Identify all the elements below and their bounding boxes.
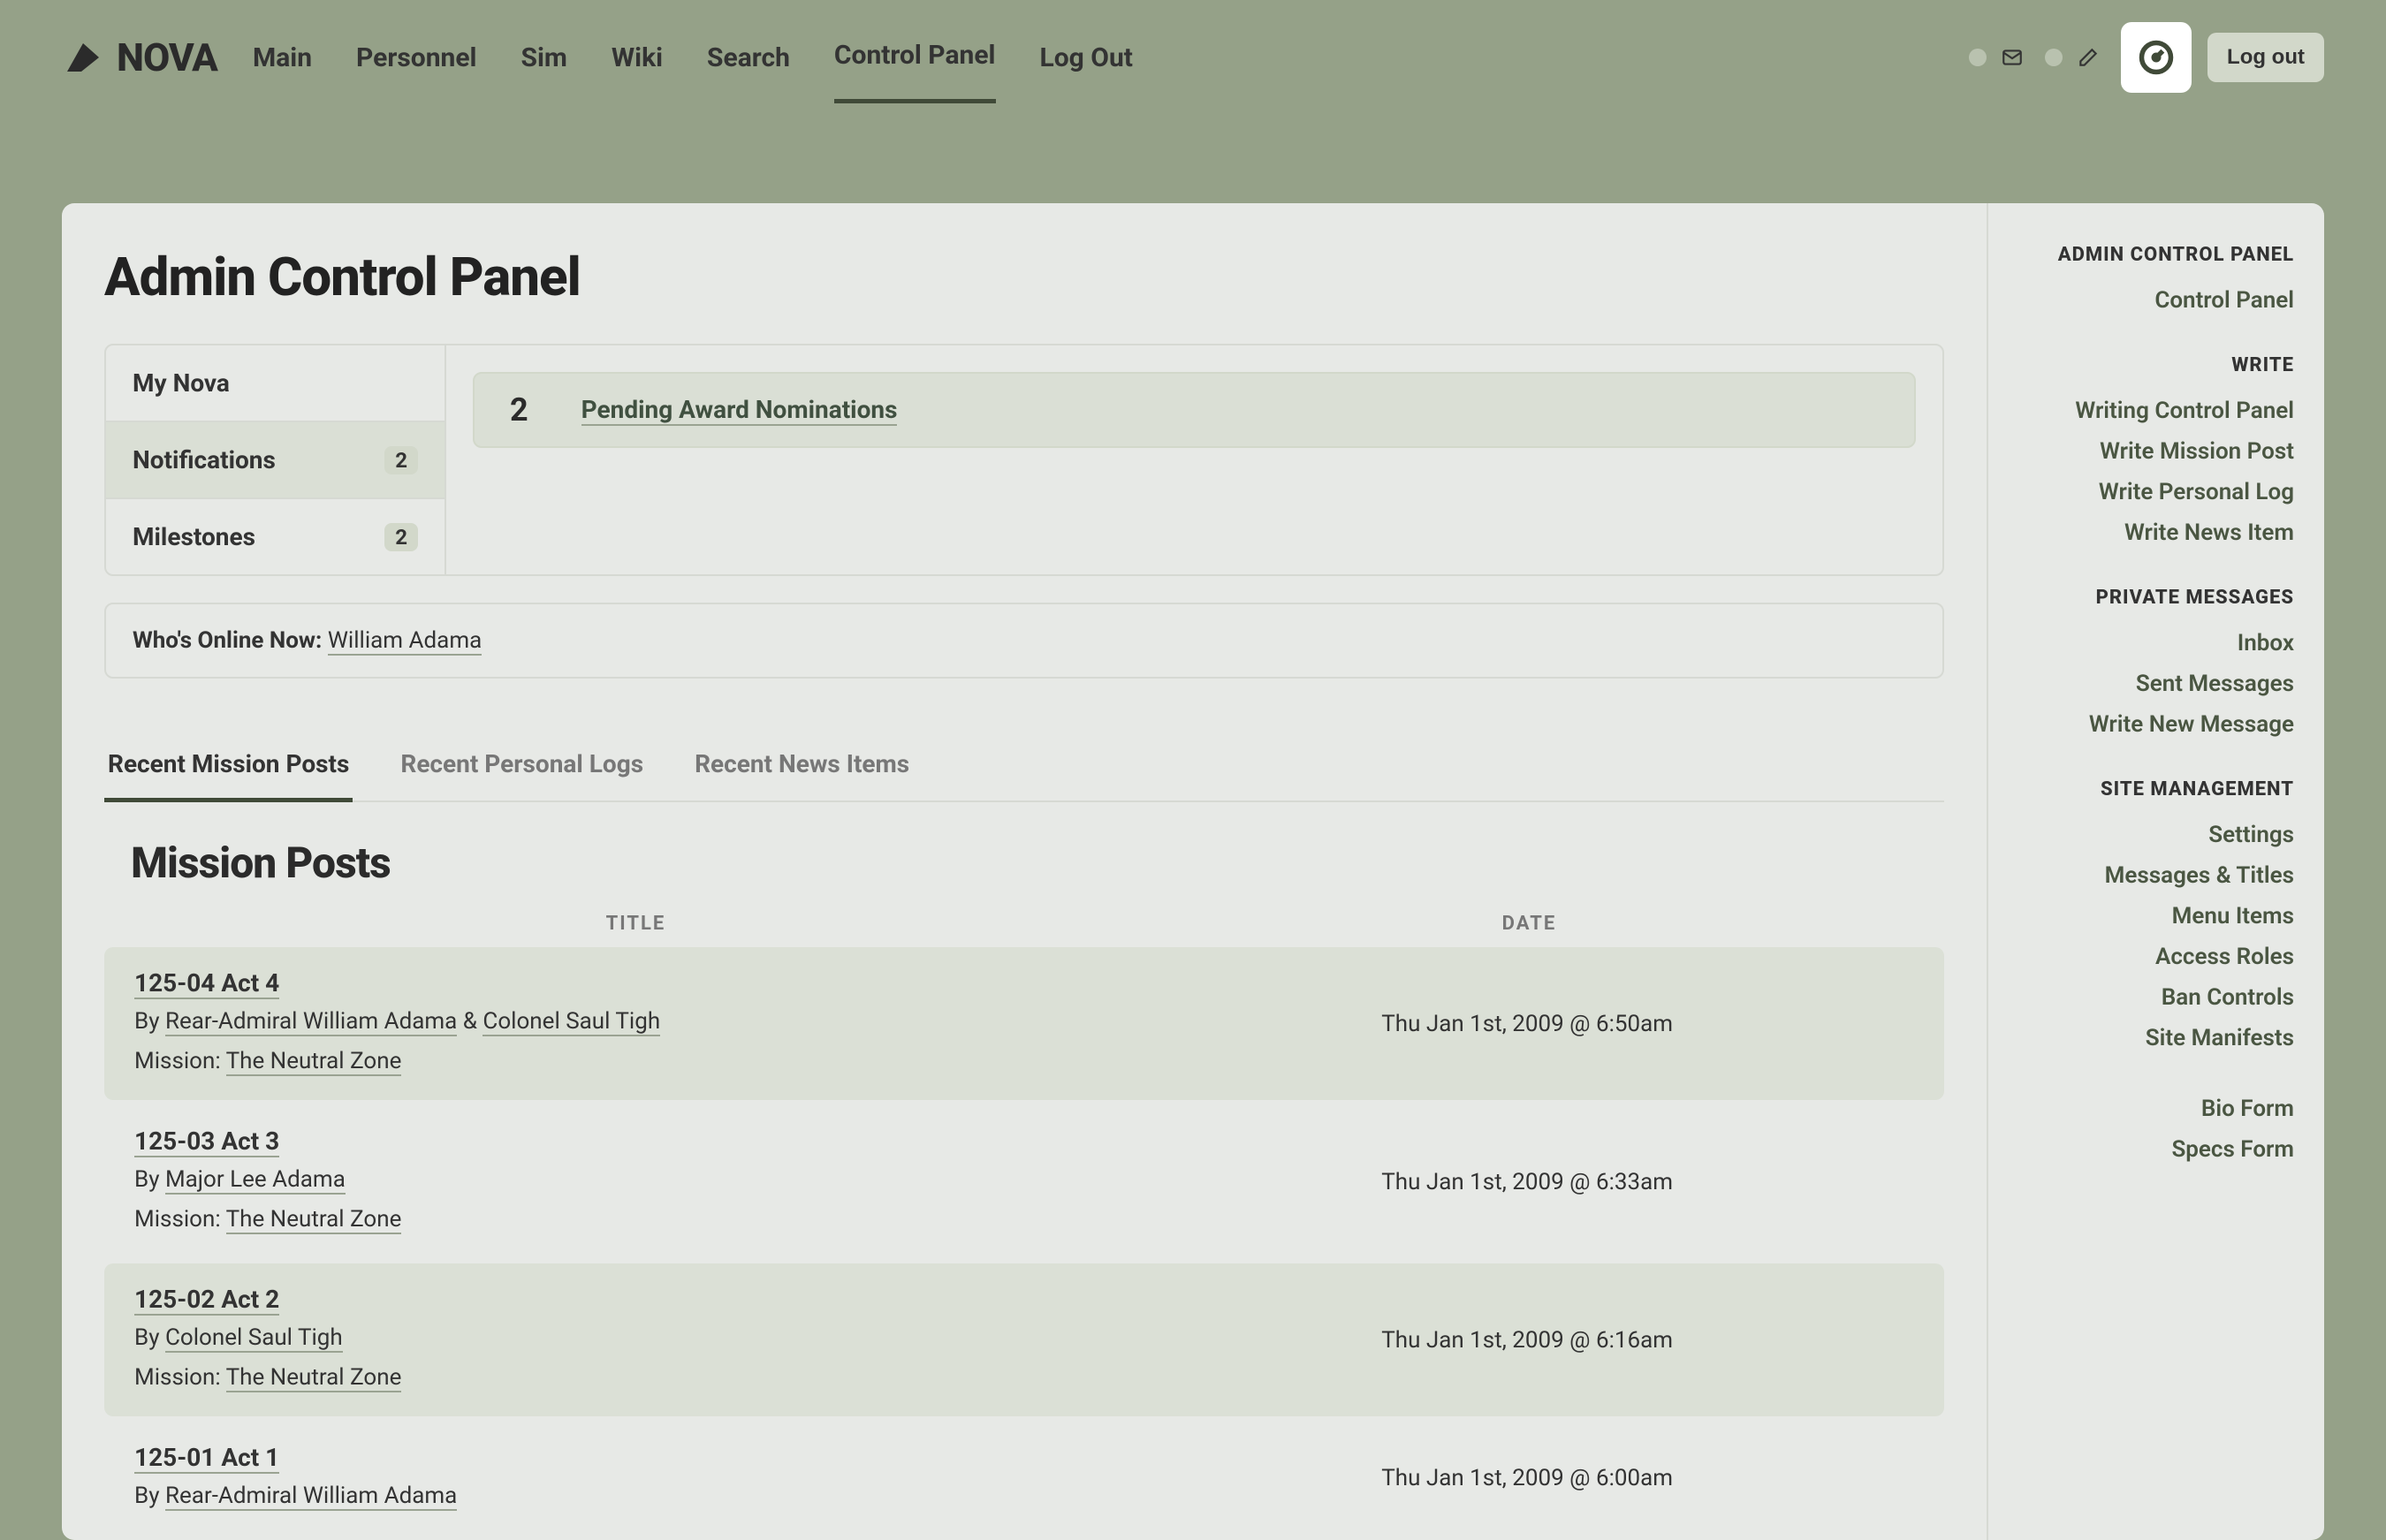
post-title-link[interactable]: 125-03 Act 3: [134, 1127, 279, 1157]
sidebar-settings[interactable]: Settings: [2018, 815, 2294, 855]
pending-awards-row[interactable]: 2 Pending Award Nominations: [473, 372, 1916, 448]
post-title-link[interactable]: 125-02 Act 2: [134, 1285, 279, 1316]
tab-my-nova-label: My Nova: [133, 368, 230, 398]
dashboard-button[interactable]: [2121, 22, 2192, 93]
nav-sim[interactable]: Sim: [521, 14, 566, 102]
main-nav: Main Personnel Sim Wiki Search Control P…: [253, 11, 1133, 103]
sidebar-write-post[interactable]: Write Mission Post: [2018, 431, 2294, 472]
sidebar-messages-titles[interactable]: Messages & Titles: [2018, 855, 2294, 896]
logo[interactable]: NOVA: [62, 34, 217, 80]
sidebar-write-log[interactable]: Write Personal Log: [2018, 472, 2294, 512]
post-title-link[interactable]: 125-01 Act 1: [134, 1443, 279, 1474]
nav-main[interactable]: Main: [253, 14, 312, 102]
table-row: 125-02 Act 2By Colonel Saul TighMission:…: [104, 1263, 1944, 1416]
tab-recent-posts[interactable]: Recent Mission Posts: [104, 732, 353, 802]
nav-search[interactable]: Search: [707, 14, 790, 102]
sidebar-access-roles[interactable]: Access Roles: [2018, 937, 2294, 977]
mission-link[interactable]: The Neutral Zone: [226, 1048, 402, 1076]
mission-link[interactable]: The Neutral Zone: [226, 1206, 402, 1234]
sidebar-control-panel[interactable]: Control Panel: [2018, 280, 2294, 321]
pending-awards-link[interactable]: Pending Award Nominations: [581, 395, 898, 426]
write-count-pill: [2045, 49, 2063, 66]
post-title-link[interactable]: 125-04 Act 4: [134, 968, 279, 999]
logout-button[interactable]: Log out: [2207, 33, 2324, 82]
mission-link[interactable]: The Neutral Zone: [226, 1364, 402, 1392]
author-link[interactable]: Major Lee Adama: [165, 1166, 346, 1195]
tab-recent-logs[interactable]: Recent Personal Logs: [397, 732, 647, 800]
post-date: Thu Jan 1st, 2009 @ 6:16am: [1140, 1285, 1914, 1395]
tab-my-nova[interactable]: My Nova: [106, 345, 445, 422]
online-user-link[interactable]: William Adama: [328, 627, 482, 656]
pending-awards-count: 2: [510, 391, 528, 429]
inbox-icon[interactable]: [1995, 41, 2029, 74]
sidebar-write-hdr: WRITE: [2018, 354, 2294, 376]
write-icon[interactable]: [2071, 41, 2105, 74]
tab-milestones[interactable]: Milestones 2: [106, 499, 445, 574]
table-row: 125-03 Act 3By Major Lee AdamaMission: T…: [104, 1105, 1944, 1258]
sidebar-ban-controls[interactable]: Ban Controls: [2018, 977, 2294, 1018]
nav-logout[interactable]: Log Out: [1040, 14, 1133, 102]
sidebar-admin-hdr: ADMIN CONTROL PANEL: [2018, 244, 2294, 266]
post-table: TITLE DATE 125-04 Act 4By Rear-Admiral W…: [104, 913, 1944, 1535]
header: NOVA Main Personnel Sim Wiki Search Cont…: [0, 0, 2386, 115]
col-title-hdr: TITLE: [131, 913, 1141, 935]
content-tabs: Recent Mission Posts Recent Personal Log…: [104, 732, 1944, 802]
dashboard-card: My Nova Notifications 2 Milestones 2 2 P…: [104, 344, 1944, 576]
online-label: Who's Online Now:: [133, 627, 328, 654]
inbox-count-pill: [1969, 49, 1987, 66]
post-date: Thu Jan 1st, 2009 @ 6:33am: [1140, 1127, 1914, 1237]
nav-personnel[interactable]: Personnel: [356, 14, 476, 102]
sidebar-bio-form[interactable]: Bio Form: [2018, 1089, 2294, 1129]
sidebar: ADMIN CONTROL PANEL Control Panel WRITE …: [1988, 203, 2324, 1540]
tab-notifications-label: Notifications: [133, 445, 276, 474]
post-date: Thu Jan 1st, 2009 @ 6:00am: [1140, 1443, 1914, 1513]
author-link[interactable]: Colonel Saul Tigh: [483, 1008, 660, 1036]
page-title: Admin Control Panel: [104, 246, 1944, 308]
milestones-badge: 2: [384, 523, 418, 551]
logo-icon: [62, 36, 104, 79]
tab-recent-news[interactable]: Recent News Items: [691, 732, 913, 800]
section-title: Mission Posts: [131, 838, 1944, 888]
sidebar-inbox[interactable]: Inbox: [2018, 623, 2294, 664]
table-row: 125-04 Act 4By Rear-Admiral William Adam…: [104, 947, 1944, 1100]
col-date-hdr: DATE: [1141, 913, 1918, 935]
sidebar-site-hdr: SITE MANAGEMENT: [2018, 778, 2294, 800]
sidebar-site-manifests[interactable]: Site Manifests: [2018, 1018, 2294, 1058]
sidebar-pm-hdr: PRIVATE MESSAGES: [2018, 587, 2294, 609]
sidebar-writing-cp[interactable]: Writing Control Panel: [2018, 391, 2294, 431]
sidebar-sent[interactable]: Sent Messages: [2018, 664, 2294, 704]
nav-control-panel[interactable]: Control Panel: [834, 11, 996, 103]
author-link[interactable]: Colonel Saul Tigh: [165, 1324, 343, 1353]
nav-wiki[interactable]: Wiki: [612, 14, 663, 102]
gauge-icon: [2137, 38, 2176, 77]
tab-milestones-label: Milestones: [133, 522, 255, 551]
post-date: Thu Jan 1st, 2009 @ 6:50am: [1140, 968, 1914, 1079]
sidebar-menu-items[interactable]: Menu Items: [2018, 896, 2294, 937]
sidebar-write-news[interactable]: Write News Item: [2018, 512, 2294, 553]
sidebar-specs-form[interactable]: Specs Form: [2018, 1129, 2294, 1170]
table-row: 125-01 Act 1By Rear-Admiral William Adam…: [104, 1422, 1944, 1535]
author-link[interactable]: Rear-Admiral William Adama: [165, 1483, 457, 1511]
sidebar-new-msg[interactable]: Write New Message: [2018, 704, 2294, 745]
notifications-badge: 2: [384, 446, 418, 474]
author-link[interactable]: Rear-Admiral William Adama: [165, 1008, 457, 1036]
tab-notifications[interactable]: Notifications 2: [106, 422, 445, 499]
online-card: Who's Online Now: William Adama: [104, 603, 1944, 679]
logo-text: NOVA: [117, 34, 217, 80]
